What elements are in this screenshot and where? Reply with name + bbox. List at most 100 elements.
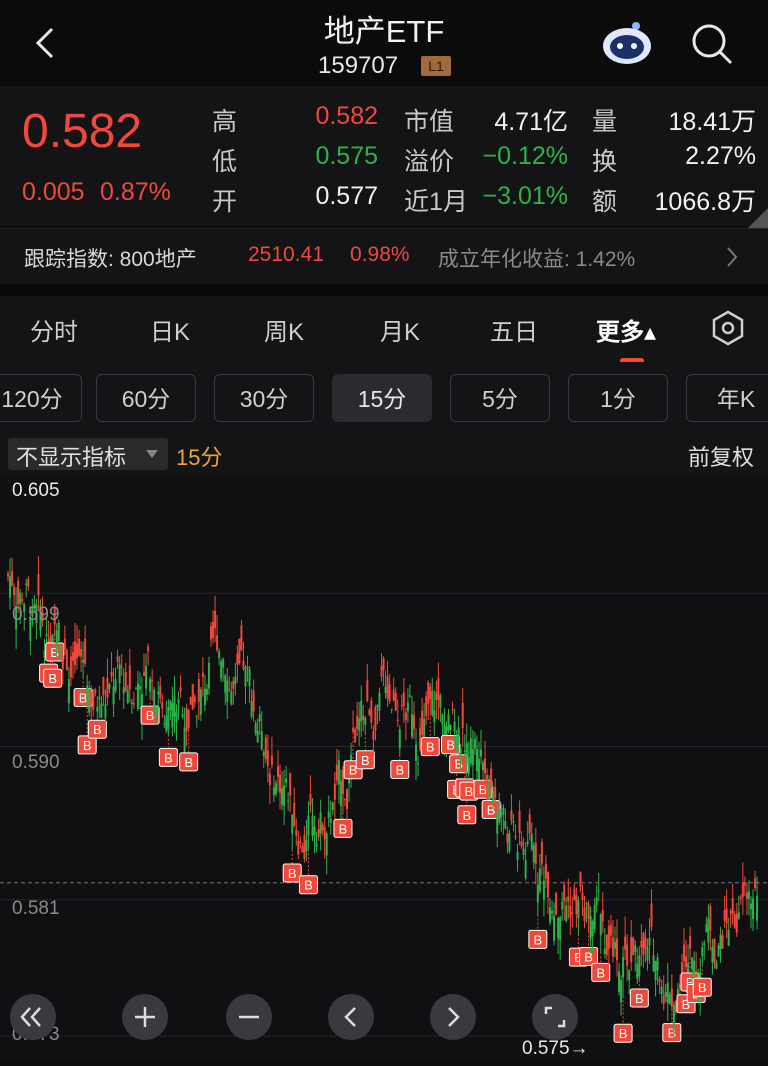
high-value: 0.582 bbox=[315, 102, 378, 130]
fullscreen-button[interactable] bbox=[532, 994, 578, 1040]
buy-marker: B bbox=[158, 747, 178, 767]
candle-body bbox=[737, 912, 740, 919]
prev-button[interactable] bbox=[328, 994, 374, 1040]
hexagon-settings-icon[interactable] bbox=[710, 310, 746, 346]
tab-weekly[interactable]: 周K bbox=[264, 312, 304, 347]
candle-body bbox=[138, 686, 141, 690]
candle-body bbox=[703, 943, 706, 945]
candle-body bbox=[295, 829, 298, 836]
candle-body bbox=[579, 872, 582, 887]
buy-marker: B bbox=[43, 668, 63, 688]
y-tick-0599: 0.599 bbox=[12, 604, 60, 625]
candle-body bbox=[264, 737, 267, 760]
candle-body bbox=[106, 677, 109, 698]
level-badge: L1 bbox=[421, 56, 451, 76]
candle-body bbox=[335, 764, 338, 781]
candle-body bbox=[640, 940, 643, 948]
candle-body bbox=[331, 802, 334, 810]
current-price: 0.582 bbox=[22, 105, 143, 158]
candle-body bbox=[274, 783, 277, 794]
candle-body bbox=[285, 778, 288, 783]
svg-text:B: B bbox=[304, 878, 313, 893]
candle-body bbox=[153, 689, 156, 712]
candle-body bbox=[183, 727, 186, 754]
buy-marker: B bbox=[355, 750, 375, 770]
tab-monthly[interactable]: 月K bbox=[380, 312, 420, 347]
mcap-value: 4.71亿 bbox=[494, 108, 568, 136]
candle-body bbox=[299, 841, 302, 844]
svg-text:B: B bbox=[93, 722, 102, 737]
candle-body bbox=[664, 992, 667, 997]
current-period: 15分 bbox=[176, 445, 223, 470]
period-year[interactable]: 年K bbox=[686, 374, 768, 422]
tab-intraday[interactable]: 分时 bbox=[30, 312, 78, 347]
candle-body bbox=[394, 692, 397, 711]
candle-body bbox=[112, 686, 115, 705]
candle-body bbox=[413, 715, 415, 729]
svg-text:B: B bbox=[596, 965, 605, 980]
period-60[interactable]: 60分 bbox=[96, 374, 196, 422]
tab-five-day[interactable]: 五日 bbox=[490, 312, 538, 347]
indicator-select[interactable]: 不显示指标 bbox=[8, 438, 168, 470]
double-chevron-left-icon bbox=[20, 1007, 41, 1027]
chevron-right-icon bbox=[448, 1007, 460, 1027]
candle-body bbox=[398, 729, 401, 749]
candle-body bbox=[482, 762, 485, 771]
top-bar: 地产ETF 159707 L1 bbox=[0, 0, 768, 86]
candle-body bbox=[173, 695, 176, 717]
period-5[interactable]: 5分 bbox=[450, 374, 550, 422]
search-icon[interactable] bbox=[690, 22, 734, 66]
candle-body bbox=[733, 914, 736, 928]
price-change: 0.005 bbox=[22, 178, 85, 206]
candle-body bbox=[593, 905, 596, 930]
zoom-out-button[interactable] bbox=[226, 994, 272, 1040]
minus-icon bbox=[239, 1015, 259, 1019]
month-value: −3.01% bbox=[482, 182, 569, 210]
annual-return: 成立年化收益: 1.42% bbox=[438, 248, 636, 271]
candle-body bbox=[396, 719, 399, 721]
next-button[interactable] bbox=[430, 994, 476, 1040]
svg-text:B: B bbox=[446, 738, 455, 753]
kline-chart[interactable]: BBBBBBBBBBBBBBBBBBBBBBBBBBBBBBBBBBB bbox=[0, 476, 768, 1061]
adjust-mode[interactable]: 前复权 bbox=[688, 440, 754, 472]
caret-down-icon bbox=[146, 450, 158, 458]
candle-body bbox=[84, 638, 87, 665]
candle-body bbox=[701, 947, 704, 957]
candle-body bbox=[475, 748, 478, 772]
period-15[interactable]: 15分 bbox=[332, 374, 432, 422]
zoom-in-button[interactable] bbox=[122, 994, 168, 1040]
candle-body bbox=[329, 818, 332, 823]
period-30[interactable]: 30分 bbox=[214, 374, 314, 422]
candle-body bbox=[616, 938, 618, 961]
candle-body bbox=[311, 816, 314, 837]
period-120[interactable]: 120分 bbox=[0, 374, 82, 422]
candle-body bbox=[88, 688, 91, 713]
tab-more[interactable]: 更多▴ bbox=[596, 312, 656, 347]
candle-body bbox=[92, 692, 95, 710]
candle-body bbox=[473, 739, 476, 749]
candle-body bbox=[248, 668, 251, 687]
candle-body bbox=[479, 749, 482, 757]
robot-assistant-icon[interactable] bbox=[600, 20, 654, 66]
candle-body bbox=[546, 872, 549, 898]
period-1[interactable]: 1分 bbox=[568, 374, 668, 422]
candle-body bbox=[132, 703, 135, 705]
candle-body bbox=[272, 787, 275, 796]
candle-body bbox=[11, 571, 14, 586]
candle-body bbox=[161, 702, 164, 709]
candle-body bbox=[69, 656, 72, 678]
tab-daily[interactable]: 日K bbox=[150, 312, 190, 347]
candle-body bbox=[366, 680, 369, 702]
candle-body bbox=[193, 696, 196, 703]
svg-text:B: B bbox=[464, 784, 473, 799]
candle-body bbox=[569, 905, 572, 918]
candle-body bbox=[492, 791, 495, 804]
tracking-index-row[interactable]: 跟踪指数: 800地产 2510.41 0.98% 成立年化收益: 1.42% bbox=[0, 228, 768, 285]
svg-text:B: B bbox=[462, 808, 471, 823]
candle-body bbox=[756, 896, 759, 921]
candle-body bbox=[195, 715, 198, 717]
candle-body bbox=[524, 860, 527, 879]
mcap-label: 市值 bbox=[404, 108, 455, 136]
first-button[interactable] bbox=[10, 994, 56, 1040]
turnover-value: 2.27% bbox=[685, 142, 756, 170]
